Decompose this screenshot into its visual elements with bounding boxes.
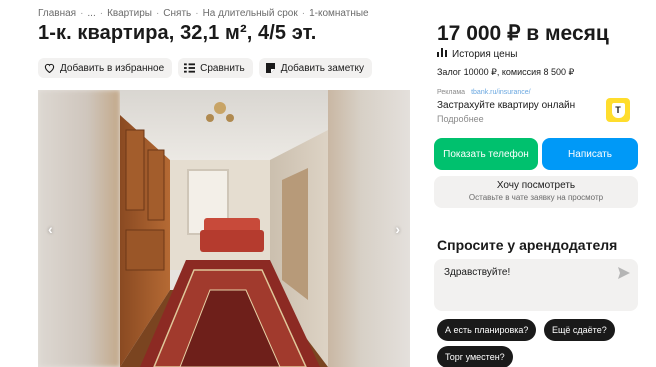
add-note-label: Добавить заметку [280, 62, 364, 74]
breadcrumb-separator: · [301, 8, 306, 19]
page-title: 1-к. квартира, 32,1 м², 4/5 эт. [38, 22, 317, 44]
compare-button[interactable]: Сравнить [178, 58, 253, 78]
quick-question-still-renting[interactable]: Ещё сдаёте? [544, 319, 615, 341]
bar-chart-icon [437, 48, 447, 60]
add-note-button[interactable]: Добавить заметку [258, 58, 372, 78]
photo-gallery[interactable]: ‹ › [38, 90, 410, 367]
quick-question-negotiable[interactable]: Торг уместен? [437, 346, 513, 367]
add-to-favorites-label: Добавить в избранное [60, 62, 165, 74]
compare-icon [184, 63, 196, 74]
breadcrumb-apartments[interactable]: Квартиры [107, 8, 152, 19]
request-viewing-button[interactable]: Хочу посмотреть Оставьте в чате заявку н… [434, 176, 638, 208]
ad-link[interactable]: tbank.ru/insurance/ [471, 89, 531, 96]
listing-actions: Добавить в избранное Сравнить Добавить з… [38, 58, 372, 78]
ad-label: Реклама [437, 89, 466, 96]
ad-header: Реклама tbank.ru/insurance/ [437, 89, 637, 96]
message-input[interactable]: Здравствуйте! [434, 259, 638, 311]
breadcrumb-rent[interactable]: Снять [163, 8, 191, 19]
compare-label: Сравнить [200, 62, 245, 74]
deposit-info: Залог 10000 ₽, комиссия 8 500 ₽ [437, 67, 575, 77]
price-history-label: История цены [452, 48, 518, 60]
request-viewing-subtitle: Оставьте в чате заявку на просмотр [468, 193, 604, 202]
show-phone-button[interactable]: Показать телефон [434, 138, 538, 170]
breadcrumb: Главная · ... · Квартиры · Снять · На длител… [38, 8, 369, 19]
breadcrumb-home[interactable]: Главная [38, 8, 76, 19]
ask-landlord-heading: Спросите у арендодателя [437, 237, 618, 253]
quick-question-floor-plan[interactable]: А есть планировка? [437, 319, 537, 341]
price-history-link[interactable]: История цены [437, 48, 517, 60]
breadcrumb-long-term[interactable]: На длительный срок [203, 8, 298, 19]
note-icon [265, 63, 276, 74]
ad-block[interactable]: Реклама tbank.ru/insurance/ Застрахуйте … [437, 89, 637, 124]
breadcrumb-separator: · [155, 8, 160, 19]
tbank-logo: T [606, 98, 630, 122]
chevron-right-icon[interactable]: › [395, 221, 400, 237]
apartment-photo[interactable] [120, 90, 328, 367]
chevron-left-icon[interactable]: ‹ [48, 221, 53, 237]
breadcrumb-ellipsis[interactable]: ... [87, 8, 95, 19]
price: 17 000 ₽ в месяц [437, 22, 609, 45]
heart-icon [44, 63, 55, 74]
breadcrumb-separator: · [195, 8, 199, 19]
write-message-button[interactable]: Написать [542, 138, 638, 170]
breadcrumb-one-room[interactable]: 1-комнатные [309, 8, 369, 19]
send-icon[interactable] [618, 267, 630, 279]
add-to-favorites-button[interactable]: Добавить в избранное [38, 58, 173, 78]
message-text: Здравствуйте! [444, 267, 511, 278]
breadcrumb-separator: · [80, 8, 84, 19]
request-viewing-title: Хочу посмотреть [496, 180, 576, 191]
tbank-shield-icon: T [611, 102, 625, 118]
breadcrumb-separator: · [99, 8, 104, 19]
